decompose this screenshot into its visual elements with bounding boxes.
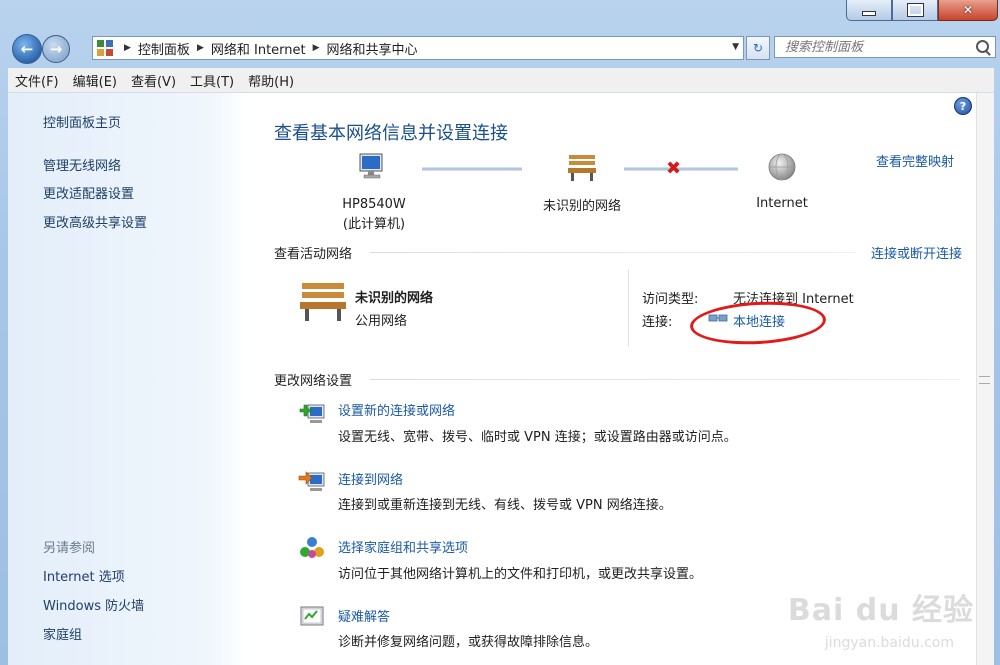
- main-panel: ? 查看基本网络信息并设置连接 查看完整映射 ✖ HP8540W (此计算机) …: [246, 93, 994, 665]
- disconnected-x-icon: ✖: [666, 158, 682, 179]
- breadcrumb-sharing-center[interactable]: 网络和共享中心: [327, 39, 418, 58]
- menu-help[interactable]: 帮助(H): [241, 71, 301, 90]
- breadcrumb: ▶ 控制面板 ▶ 网络和 Internet ▶ 网络和共享中心: [117, 39, 418, 58]
- maximize-button[interactable]: [892, 0, 938, 21]
- see-also-title: 另请参阅: [43, 541, 96, 556]
- troubleshoot-link[interactable]: 疑难解答: [338, 606, 390, 625]
- baidu-watermark-url: jingyan.baidu.com: [824, 635, 954, 651]
- minimize-icon: [862, 10, 876, 16]
- connect-to-network-desc: 连接到或重新连接到无线、有线、拨号或 VPN 网络连接。: [338, 498, 672, 513]
- bench-icon: [568, 155, 596, 181]
- homegroup-sharing-desc: 访问位于其他网络计算机上的文件和打印机，或更改共享设置。: [338, 567, 703, 582]
- menu-edit[interactable]: 编辑(E): [66, 71, 124, 90]
- troubleshoot-desc: 诊断并修复网络问题，或获得故障排除信息。: [338, 635, 599, 650]
- help-icon[interactable]: ?: [954, 97, 972, 115]
- see-also-internet-options[interactable]: Internet 选项: [43, 566, 125, 585]
- homegroup-icon: [300, 537, 324, 558]
- setup-new-connection-desc: 设置无线、宽带、拨号、临时或 VPN 连接；或设置路由器或访问点。: [338, 430, 737, 445]
- baidu-watermark: Bai du 经验: [787, 593, 974, 628]
- menu-view[interactable]: 查看(V): [124, 71, 183, 90]
- close-icon: ✕: [962, 3, 974, 17]
- forward-button[interactable]: →: [42, 35, 70, 63]
- caption-buttons: ✕: [846, 0, 998, 21]
- connect-to-network-link[interactable]: 连接到网络: [338, 469, 403, 488]
- see-also-firewall[interactable]: Windows 防火墙: [43, 595, 144, 614]
- connect-disconnect-link[interactable]: 连接或断开连接: [871, 243, 962, 262]
- sidebar-item-adapter[interactable]: 更改适配器设置: [43, 183, 134, 202]
- sidebar-item-wireless[interactable]: 管理无线网络: [43, 155, 121, 174]
- minimize-button[interactable]: [846, 0, 892, 21]
- active-networks-header: 查看活动网络: [274, 247, 353, 262]
- computer-label: HP8540W (此计算机): [326, 195, 422, 235]
- scrollbar[interactable]: [976, 93, 994, 665]
- connect-network-icon: [298, 471, 325, 491]
- homegroup-sharing-link[interactable]: 选择家庭组和共享选项: [338, 537, 468, 556]
- active-network-name: 未识别的网络: [355, 291, 434, 306]
- search-input[interactable]: [783, 38, 971, 56]
- menu-file[interactable]: 文件(F): [8, 71, 66, 90]
- refresh-icon: ↻: [752, 41, 764, 55]
- menu-bar: 文件(F) 编辑(E) 查看(V) 工具(T) 帮助(H): [8, 68, 994, 93]
- search-icon[interactable]: [976, 40, 989, 53]
- arrow-left-icon: ←: [20, 40, 34, 58]
- see-also-homegroup[interactable]: 家庭组: [43, 624, 82, 643]
- refresh-button[interactable]: ↻: [746, 36, 770, 60]
- chevron-right-icon: ▶: [196, 43, 204, 53]
- access-type-label: 访问类型:: [642, 292, 699, 307]
- internet-label: Internet: [756, 196, 808, 211]
- computer-name: HP8540W: [342, 197, 406, 212]
- breadcrumb-control-panel[interactable]: 控制面板: [138, 39, 190, 58]
- sidebar-item-sharing[interactable]: 更改高级共享设置: [43, 212, 147, 231]
- page-title: 查看基本网络信息并设置连接: [274, 123, 508, 144]
- chevron-down-icon[interactable]: ▼: [732, 42, 739, 52]
- vertical-divider: [628, 269, 629, 347]
- navigation-row: ← → ▶ 控制面板 ▶ 网络和 Internet ▶ 网络和共享中心 ▼ ↻: [8, 34, 996, 64]
- setup-new-connection-link[interactable]: 设置新的连接或网络: [338, 400, 455, 419]
- back-button[interactable]: ←: [12, 34, 42, 64]
- task-pane: 控制面板主页 管理无线网络 更改适配器设置 更改高级共享设置 另请参阅 Inte…: [8, 93, 246, 665]
- computer-icon: [359, 153, 383, 179]
- bench-network-icon: [300, 283, 346, 321]
- new-connection-icon: [299, 404, 325, 423]
- control-panel-icon: [97, 40, 113, 56]
- view-full-map-link[interactable]: 查看完整映射: [876, 151, 954, 170]
- connection-line: [422, 167, 522, 171]
- connection-label: 连接:: [642, 315, 673, 330]
- menu-tools[interactable]: 工具(T): [183, 71, 241, 90]
- window-frame: ✕ ← → ▶ 控制面板 ▶ 网络和 Internet ▶ 网络和共享中心 ▼ …: [0, 0, 1000, 665]
- maximize-icon: [906, 3, 924, 17]
- computer-sub: (此计算机): [342, 217, 406, 232]
- close-button[interactable]: ✕: [938, 0, 998, 21]
- section-divider-2: [370, 379, 960, 380]
- change-settings-header: 更改网络设置: [274, 374, 353, 389]
- globe-icon: [768, 153, 796, 181]
- arrow-right-icon: →: [49, 40, 63, 58]
- sidebar-home-link[interactable]: 控制面板主页: [43, 112, 121, 131]
- search-box[interactable]: [774, 36, 996, 58]
- chevron-right-icon: ▶: [124, 43, 131, 53]
- address-bar[interactable]: ▶ 控制面板 ▶ 网络和 Internet ▶ 网络和共享中心 ▼: [92, 36, 744, 60]
- scroll-grip[interactable]: [979, 376, 990, 384]
- section-divider: [370, 252, 856, 253]
- chevron-right-icon: ▶: [312, 43, 320, 53]
- troubleshoot-icon: [300, 606, 324, 626]
- content-area: 控制面板主页 管理无线网络 更改适配器设置 更改高级共享设置 另请参阅 Inte…: [8, 93, 994, 665]
- active-network-type[interactable]: 公用网络: [355, 310, 407, 329]
- network-label: 未识别的网络: [542, 199, 621, 214]
- breadcrumb-network-internet[interactable]: 网络和 Internet: [211, 39, 306, 58]
